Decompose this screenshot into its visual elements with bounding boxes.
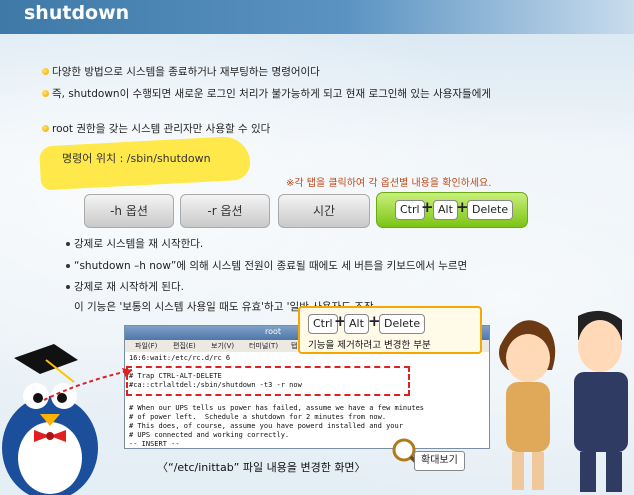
- bullet-dot-icon: [42, 68, 49, 75]
- bullet-2: 즉, shutdown이 수행되면 새로운 로그인 처리가 불가능하게 되고 현…: [42, 86, 492, 101]
- command-location: 명령어 위치 : /sbin/shutdown: [62, 152, 211, 165]
- delete-key: Delete: [379, 314, 426, 334]
- bullet-text: 즉, shutdown이 수행되면 새로운 로그인 처리가 불가능하게 되고 현…: [52, 88, 492, 100]
- menu-file: 파일(F): [135, 342, 158, 350]
- terminal-line: # of power left. Schedule a shutdown for…: [129, 413, 387, 421]
- delete-key: Delete: [467, 200, 514, 220]
- characters-illustration-icon: [499, 310, 628, 492]
- bullet-text: root 권한을 갖는 시스템 관리자만 사용할 수 있다: [52, 123, 271, 135]
- penguin-mascot-icon: [2, 344, 98, 495]
- content-line-2: “shutdown –h now”에 의해 시스템 전원이 종료될 때에도 세 …: [74, 260, 468, 272]
- page-title: shutdown: [24, 2, 130, 24]
- terminal-title: root: [265, 327, 282, 336]
- content-dot-icon: [66, 285, 70, 289]
- content-dot-icon: [66, 242, 70, 246]
- tooltip-callout: Ctrl + Alt + Delete 기능을 제거하려고 변경한 부분: [298, 306, 482, 354]
- bullet-text: 다양한 방법으로 시스템을 종료하거나 재부팅하는 명령어이다: [52, 66, 320, 78]
- bullet-dot-icon: [42, 125, 49, 132]
- terminal-line: # When our UPS tells us power has failed…: [129, 404, 425, 412]
- menu-terminal: 터미널(T): [249, 342, 279, 350]
- menu-view: 보기(V): [211, 342, 235, 350]
- menu-tab: 탭: [291, 342, 298, 350]
- plus-sign: +: [421, 198, 434, 216]
- terminal-line: # This does, of course, assume you have …: [129, 422, 403, 430]
- tab-ctrl-alt-delete[interactable]: Ctrl + Alt + Delete: [376, 192, 528, 228]
- changed-lines-highlight: [126, 366, 410, 396]
- menu-edit: 편집(E): [173, 342, 196, 350]
- content-line-3: 강제로 재 시작하게 된다.: [74, 281, 184, 293]
- title-bar: shutdown: [0, 0, 634, 34]
- terminal-line: # UPS connected and working correctly.: [129, 431, 290, 439]
- content-line-1: 강제로 시스템을 재 시작한다.: [74, 238, 204, 250]
- bullet-3: root 권한을 갖는 시스템 관리자만 사용할 수 있다: [42, 121, 271, 136]
- alt-key: Alt: [344, 314, 369, 334]
- tooltip-text: 기능을 제거하려고 변경한 부분: [308, 340, 431, 351]
- tab-h-option[interactable]: -h 옵션: [84, 194, 174, 228]
- terminal-line: -- INSERT --: [129, 440, 180, 448]
- content-dot-icon: [66, 264, 70, 268]
- bullet-1: 다양한 방법으로 시스템을 종료하거나 재부팅하는 명령어이다: [42, 64, 320, 79]
- notice-text: ※각 탭을 클릭하여 각 옵션별 내용을 확인하세요.: [286, 178, 492, 189]
- pointer-arrow-icon: [43, 368, 133, 401]
- zoom-button[interactable]: 확대보기: [414, 451, 465, 471]
- bullet-dot-icon: [42, 90, 49, 97]
- figure-caption: 〈“/etc/inittab” 파일 내용을 변경한 화면〉: [157, 461, 366, 474]
- terminal-line: 16:6:wait:/etc/rc.d/rc 6: [129, 354, 231, 362]
- tab-time[interactable]: 시간: [278, 194, 370, 228]
- tab-r-option[interactable]: -r 옵션: [180, 194, 270, 228]
- alt-key: Alt: [433, 200, 458, 220]
